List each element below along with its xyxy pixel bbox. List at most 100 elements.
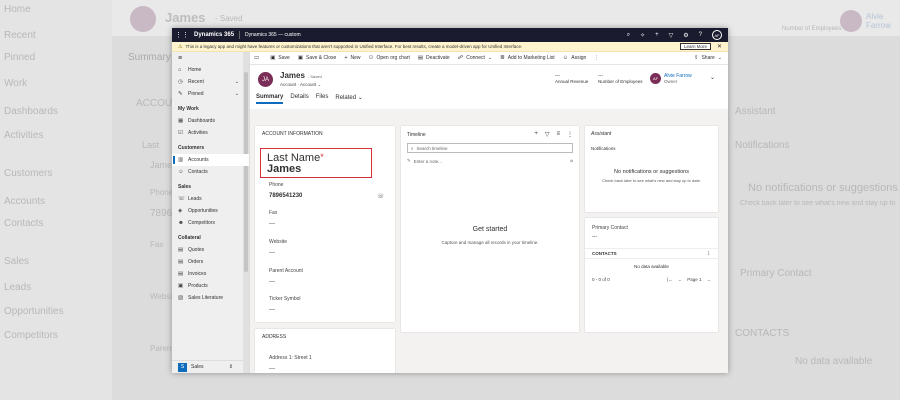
record-header: JA James - Saved Account · Account ⌄ --- A… <box>250 65 728 109</box>
backdrop-record-name: James <box>165 10 206 25</box>
connect-button[interactable]: ☍ Connect ⌄ <box>458 55 492 61</box>
prev-page-icon[interactable]: ← <box>678 277 683 282</box>
section-title: ACCOUNT INFORMATION <box>262 131 323 137</box>
nav-item-home[interactable]: ⌂ Home <box>172 64 249 76</box>
parent-account-value[interactable]: --- <box>269 279 275 285</box>
tab-details[interactable]: Details <box>290 94 308 104</box>
nav-item-invoices[interactable]: ▤ Invoices <box>172 268 249 280</box>
brand-title[interactable]: Dynamics 365 <box>194 32 234 38</box>
nav-item-sales-literature[interactable]: ▧ Sales Literature <box>172 292 249 304</box>
backdrop-notifications: Notifications <box>735 140 790 151</box>
gear-icon[interactable]: ⚙ <box>683 32 688 39</box>
last-name-field[interactable]: Last Name* James <box>260 148 372 178</box>
primary-contact-value[interactable]: --- <box>585 234 718 240</box>
phone-value[interactable]: 7896541230 <box>269 193 302 199</box>
opportunity-icon: ◈ <box>178 208 183 214</box>
app-name[interactable]: Dynamics 365 — custom <box>245 32 301 38</box>
plus-icon: + <box>344 55 348 61</box>
phone-label: Phone <box>269 182 284 188</box>
plus-icon[interactable]: + <box>534 131 538 138</box>
back-button[interactable]: ▭ <box>254 55 262 61</box>
pin-icon: ✎ <box>178 91 183 97</box>
nav-item-recent[interactable]: ◷ Recent ⌄ <box>172 76 249 88</box>
save-status: - Saved <box>307 74 322 79</box>
nav-contacts-label: Contacts <box>188 169 208 175</box>
area-badge: S <box>178 362 187 372</box>
nav-item-quotes[interactable]: ▤ Quotes <box>172 244 249 256</box>
more-icon[interactable]: ⋮ <box>567 131 573 138</box>
nav-item-pinned[interactable]: ✎ Pinned ⌄ <box>172 88 249 100</box>
nav-item-competitors[interactable]: ☻ Competitors <box>172 217 249 229</box>
ticker-symbol-value[interactable]: --- <box>269 307 275 313</box>
filter-icon[interactable]: ▽ <box>669 32 674 39</box>
nav-item-activities[interactable]: ☑ Activities <box>172 127 249 139</box>
back-icon: ▭ <box>254 55 260 61</box>
plus-icon[interactable]: + <box>655 32 659 38</box>
help-icon[interactable]: ? <box>699 32 702 38</box>
add-marketing-label: Add to Marketing List <box>507 55 555 61</box>
nav-leads-label: Leads <box>188 196 202 202</box>
person-icon: ☺ <box>178 169 184 175</box>
nav-item-products[interactable]: ▣ Products <box>172 280 249 292</box>
chevron-down-icon: ⌄ <box>234 91 239 97</box>
share-button[interactable]: ⇪ Share ⌄ <box>694 55 722 61</box>
hamburger-icon[interactable]: ≡ <box>172 52 249 64</box>
timeline-actions: + ▽ ≡ ⋮ <box>534 131 573 138</box>
timeline-search-input[interactable]: ⌕ Search timeline <box>407 143 573 153</box>
owner-field[interactable]: AF Alvie Farrow Owner <box>650 73 692 84</box>
nav-item-contacts[interactable]: ☺ Contacts <box>172 166 249 178</box>
user-avatar[interactable]: AF <box>712 30 722 40</box>
backdrop-nav-activities: Activities <box>4 130 44 141</box>
attachment-icon[interactable]: ⌀ <box>570 158 573 164</box>
deactivate-button[interactable]: ▤ Deactivate <box>418 55 450 61</box>
org-chart-button[interactable]: ⚇ Open org chart <box>369 55 410 61</box>
backdrop-owner-avatar <box>840 10 862 32</box>
nav-item-orders[interactable]: ▤ Orders <box>172 256 249 268</box>
nav-item-leads[interactable]: ☏ Leads <box>172 193 249 205</box>
close-icon[interactable]: ✕ <box>717 43 722 50</box>
chevron-down-icon: ⌄ <box>357 95 363 101</box>
tab-files[interactable]: Files <box>316 94 329 104</box>
street1-label: Address 1: Street 1 <box>269 355 312 361</box>
nav-orders-label: Orders <box>188 259 204 265</box>
street1-value[interactable]: --- <box>269 366 275 372</box>
save-close-icon: ▣ <box>297 55 304 61</box>
backdrop-nav-home: Home <box>4 4 31 15</box>
waffle-icon[interactable]: ⋮⋮ <box>175 31 189 39</box>
save-button[interactable]: ▣ Save <box>270 55 290 61</box>
website-value[interactable]: --- <box>269 250 275 256</box>
tab-summary[interactable]: Summary <box>256 94 284 104</box>
learn-more-button[interactable]: Learn More <box>679 43 711 50</box>
save-label: Save <box>278 55 290 61</box>
fax-label: Fax <box>269 210 278 216</box>
last-name-value[interactable]: James <box>267 164 365 175</box>
list-icon[interactable]: ≡ <box>556 131 560 138</box>
nav-sales-literature-label: Sales Literature <box>188 295 224 301</box>
tab-related[interactable]: Related ⌄ <box>335 94 362 104</box>
lightbulb-icon[interactable]: ✧ <box>640 32 645 39</box>
backdrop-nav-opportunities: Opportunities <box>4 306 64 317</box>
next-page-icon[interactable]: → <box>707 277 712 282</box>
sitemap-nav: ≡ ⌂ Home ◷ Recent ⌄ ✎ Pinned ⌄ My Work ▦ Dashb… <box>172 52 250 373</box>
assign-label: Assign <box>571 55 587 61</box>
phone-call-icon[interactable]: ☏ <box>377 193 385 200</box>
note-input[interactable]: ✎ Enter a note... ⌀ <box>407 158 573 164</box>
book-icon: ▧ <box>178 295 184 301</box>
assign-button[interactable]: ☺ Assign <box>563 55 587 61</box>
more-commands-button[interactable]: ⋮ <box>594 55 599 61</box>
more-icon[interactable]: ⋮ <box>707 251 712 257</box>
fax-value[interactable]: --- <box>269 221 275 227</box>
filter-icon[interactable]: ▽ <box>545 131 550 138</box>
header-expand-chevron-icon[interactable]: ⌄ <box>710 74 715 81</box>
new-button[interactable]: + New <box>344 55 360 61</box>
nav-item-accounts[interactable]: ▥ Accounts <box>172 154 249 166</box>
search-icon[interactable]: ⌕ <box>627 32 630 39</box>
form-selector[interactable]: Account <box>300 82 316 87</box>
nav-item-opportunities[interactable]: ◈ Opportunities <box>172 205 249 217</box>
save-close-button[interactable]: ▣ Save & Close <box>298 55 337 61</box>
area-switcher[interactable]: S Sales ⇕ <box>172 360 243 373</box>
nav-item-dashboards[interactable]: ▦ Dashboards <box>172 115 249 127</box>
add-marketing-list-button[interactable]: ≣ Add to Marketing List <box>500 55 555 61</box>
first-page-icon[interactable]: |← <box>667 277 673 282</box>
nav-group-sales: Sales <box>178 183 192 190</box>
